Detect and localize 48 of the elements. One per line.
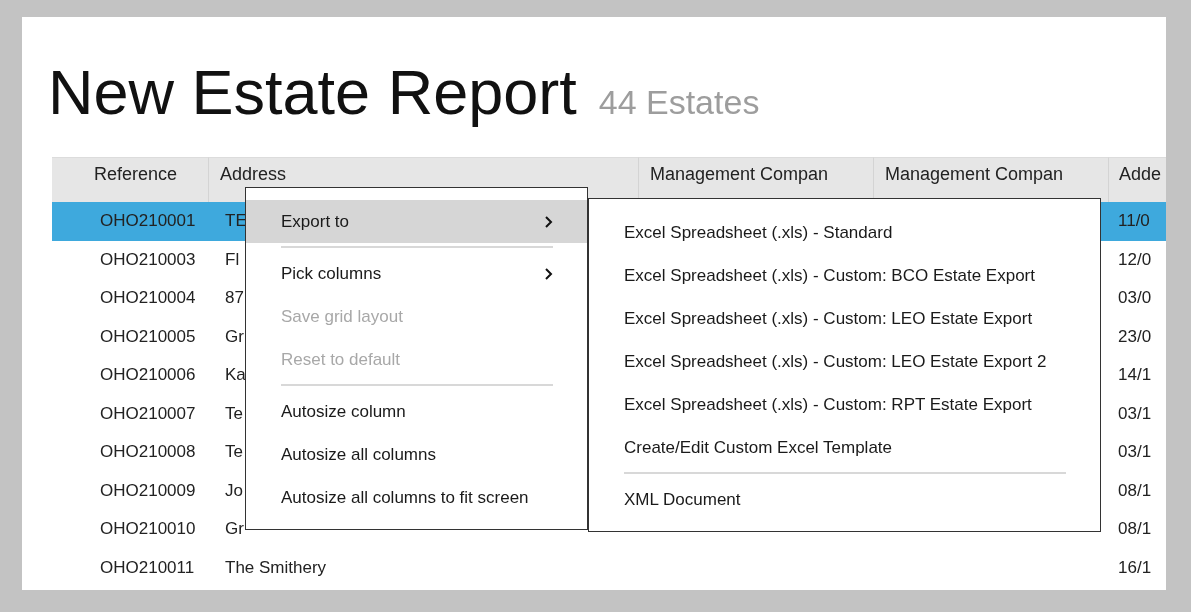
table-cell: Gr (225, 326, 244, 347)
menu-item[interactable]: Autosize column (246, 390, 587, 433)
table-cell: 03/1 (1118, 403, 1152, 424)
menu-item[interactable]: Create/Edit Custom Excel Template (589, 426, 1100, 469)
table-cell: 03/0 (1118, 288, 1152, 309)
table-cell: OHO210006 (100, 365, 196, 386)
table-cell: OHO210008 (100, 442, 196, 463)
menu-item[interactable]: XML Document (589, 478, 1100, 521)
table-cell: OHO210010 (100, 519, 196, 540)
table-cell: OHO210009 (100, 480, 196, 501)
table-cell: 03/1 (1118, 442, 1152, 463)
menu-item[interactable]: Excel Spreadsheet (.xls) - Standard (589, 211, 1100, 254)
column-header[interactable]: Reference (52, 157, 208, 202)
menu-item[interactable]: Excel Spreadsheet (.xls) - Custom: BCO Estate Export (589, 254, 1100, 297)
table-cell: OHO210005 (100, 326, 196, 347)
table-cell: Jo (225, 480, 243, 501)
menu-item[interactable]: Excel Spreadsheet (.xls) - Custom: LEO Estate Export (589, 297, 1100, 340)
table-cell: Fl (225, 249, 240, 270)
table-cell: TE (225, 211, 247, 232)
table-cell: 14/1 (1118, 365, 1152, 386)
table-cell: Te (225, 403, 243, 424)
table-cell: OHO210003 (100, 249, 196, 270)
table-cell: 87 (225, 288, 244, 309)
table-cell: 08/1 (1118, 480, 1152, 501)
chevron-right-icon (544, 266, 553, 281)
table-cell: Te (225, 442, 243, 463)
table-cell: OHO210011 (100, 557, 195, 578)
table-cell: 08/1 (1118, 519, 1152, 540)
menu-item[interactable]: Excel Spreadsheet (.xls) - Custom: LEO Estate Export 2 (589, 340, 1100, 383)
menu-item[interactable]: Autosize all columns (246, 433, 587, 476)
table-cell: OHO210007 (100, 403, 196, 424)
table-cell: 23/0 (1118, 326, 1152, 347)
column-header[interactable]: Adde (1108, 157, 1166, 202)
table-cell: Gr (225, 519, 244, 540)
table-cell: The Smithery (225, 557, 327, 578)
table-cell: OHO210004 (100, 288, 196, 309)
table-cell: 16/1 (1118, 557, 1152, 578)
menu-item[interactable]: Pick columns (246, 252, 587, 295)
menu-item[interactable]: Autosize all columns to fit screen (246, 476, 587, 519)
estate-count: 44 Estates (598, 83, 760, 122)
chevron-right-icon (544, 214, 553, 229)
menu-item[interactable]: Export to (246, 200, 587, 243)
table-cell: 12/0 (1118, 249, 1152, 270)
table-cell: OHO210001 (100, 211, 196, 232)
menu-item[interactable]: Excel Spreadsheet (.xls) - Custom: RPT Estate Export (589, 383, 1100, 426)
table-cell: Ka (225, 365, 246, 386)
column-header[interactable]: Management Compan (873, 157, 1108, 202)
table-cell: 11/0 (1118, 211, 1150, 232)
